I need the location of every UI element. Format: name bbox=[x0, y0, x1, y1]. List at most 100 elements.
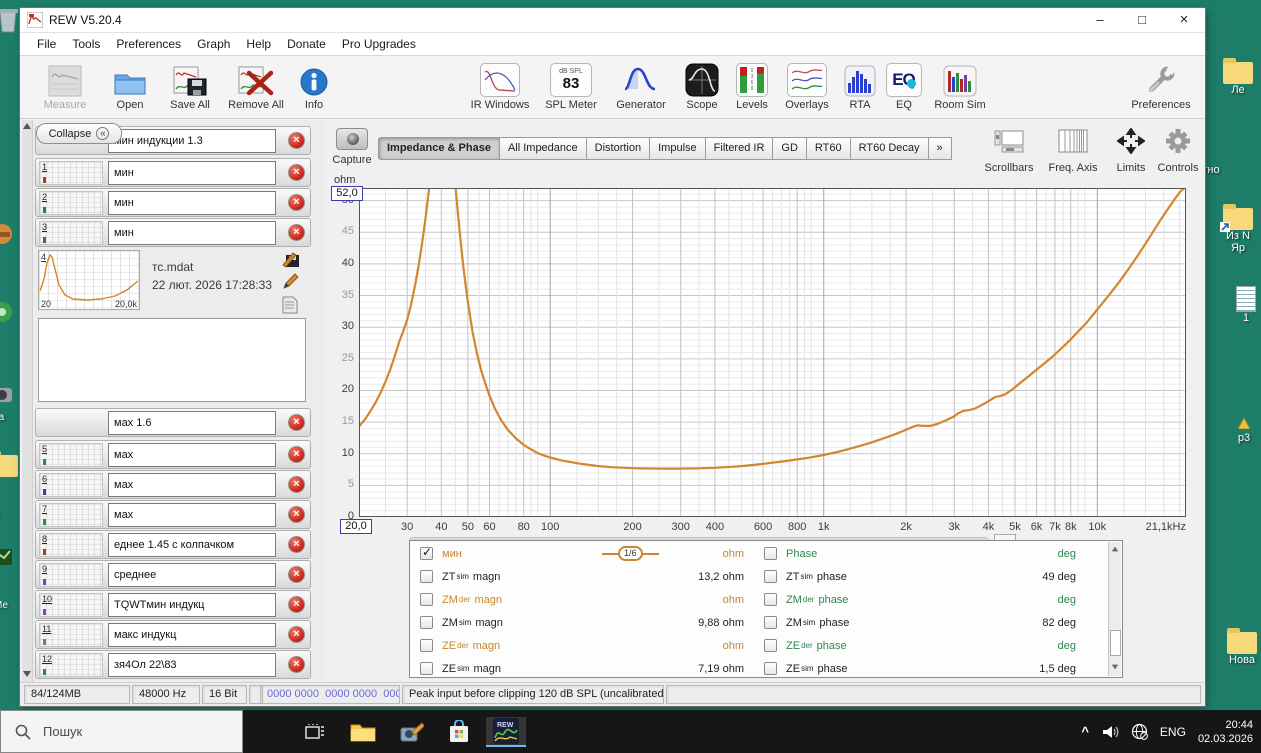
selected-measurement-thumbnail[interactable]: 4 20 20,0k bbox=[38, 250, 140, 310]
desktop-folder-shortcut-icon[interactable]: Из N Яр bbox=[1218, 204, 1258, 254]
delete-measurement-button[interactable]: × bbox=[288, 566, 305, 583]
measurement-row[interactable]: 5 мах × bbox=[35, 440, 311, 469]
measurement-thumbnail[interactable]: 10 bbox=[39, 593, 103, 617]
overlays-button[interactable]: Overlays bbox=[780, 61, 834, 111]
desktop-folder-icon[interactable]: Нова bbox=[1222, 628, 1261, 666]
levels-button[interactable]: 0369 Levels bbox=[732, 61, 772, 111]
impedance-plot[interactable] bbox=[359, 188, 1186, 517]
measurement-thumbnail[interactable]: 1 bbox=[39, 161, 103, 185]
trace-checkbox[interactable] bbox=[420, 570, 433, 583]
utility-app-button[interactable] bbox=[396, 717, 426, 747]
delete-measurement-button[interactable]: × bbox=[288, 656, 305, 673]
delete-measurement-button[interactable]: × bbox=[288, 164, 305, 181]
generator-button[interactable]: Generator bbox=[612, 61, 670, 111]
menu-pro-upgrades[interactable]: Pro Upgrades bbox=[335, 35, 423, 53]
menu-preferences[interactable]: Preferences bbox=[109, 35, 188, 53]
taskbar-search[interactable]: Пошук bbox=[0, 710, 243, 753]
delete-measurement-button[interactable]: × bbox=[288, 194, 305, 211]
trace-checkbox[interactable] bbox=[420, 593, 433, 606]
tab-more-chevron[interactable]: » bbox=[928, 137, 952, 160]
trace-checkbox[interactable] bbox=[764, 662, 777, 675]
measurement-name-field[interactable]: мах bbox=[108, 473, 276, 497]
delete-measurement-button[interactable]: × bbox=[288, 596, 305, 613]
desktop-icon-fragment[interactable] bbox=[0, 222, 14, 249]
desktop-icon-fragment[interactable] bbox=[0, 545, 14, 572]
spl-meter-button[interactable]: dB SPL 83 SPL Meter bbox=[542, 61, 600, 111]
y-axis-max-field[interactable]: 52,0 bbox=[331, 186, 363, 201]
tab-impedance-phase[interactable]: Impedance & Phase bbox=[378, 137, 500, 160]
measurement-name-field[interactable]: еднее 1.45 с колпачком bbox=[108, 533, 276, 557]
save-measurement-icon[interactable] bbox=[282, 250, 300, 268]
scroll-up-icon[interactable] bbox=[1111, 546, 1119, 552]
limits-button[interactable]: Limits bbox=[1108, 124, 1154, 176]
desktop-icon-fragment[interactable] bbox=[0, 451, 18, 477]
measurement-row[interactable]: мах 1.6 × bbox=[35, 408, 311, 437]
legend-row[interactable]: ✓ мин 1/6 ohm bbox=[414, 542, 744, 565]
scope-button[interactable]: Scope bbox=[680, 61, 724, 111]
scroll-down-icon[interactable] bbox=[23, 671, 31, 677]
tab-gd[interactable]: GD bbox=[773, 137, 807, 160]
delete-measurement-button[interactable]: × bbox=[288, 224, 305, 241]
measurement-row[interactable]: 3 мин × bbox=[35, 218, 311, 247]
info-button[interactable]: Info bbox=[296, 61, 332, 111]
scrollbars-button[interactable]: Scrollbars bbox=[978, 124, 1040, 176]
trace-checkbox[interactable] bbox=[764, 570, 777, 583]
measurement-notes-field[interactable] bbox=[38, 318, 306, 402]
scroll-down-icon[interactable] bbox=[1111, 664, 1119, 670]
language-indicator[interactable]: ENG bbox=[1160, 725, 1186, 739]
legend-row[interactable]: ZE der magn ohm bbox=[414, 634, 744, 657]
legend-row[interactable]: ZM der phase deg bbox=[758, 588, 1076, 611]
menu-help[interactable]: Help bbox=[239, 35, 278, 53]
measurement-name-field[interactable]: мин bbox=[108, 161, 276, 185]
measurement-thumbnail[interactable]: 11 bbox=[39, 623, 103, 647]
file-explorer-button[interactable] bbox=[348, 717, 378, 747]
legend-scrollbar[interactable] bbox=[1108, 542, 1121, 676]
desktop-icon-fragment[interactable] bbox=[0, 300, 14, 327]
desktop-document-icon[interactable]: 1 bbox=[1226, 286, 1261, 324]
notes-document-icon[interactable] bbox=[282, 296, 300, 314]
measurement-row[interactable]: 9 среднее × bbox=[35, 560, 311, 589]
measurement-row[interactable]: 2 мин × bbox=[35, 188, 311, 217]
tab-filtered-ir[interactable]: Filtered IR bbox=[705, 137, 774, 160]
measurement-thumbnail[interactable]: 12 bbox=[39, 653, 103, 677]
recycle-bin-icon[interactable] bbox=[0, 6, 20, 37]
edit-pencil-icon[interactable] bbox=[282, 272, 300, 290]
measurement-row[interactable]: 12 зя4Ол 22\83 × bbox=[35, 650, 311, 679]
legend-row[interactable]: Phase deg bbox=[758, 542, 1076, 565]
trace-checkbox[interactable] bbox=[420, 662, 433, 675]
rta-button[interactable]: RTA bbox=[842, 61, 878, 111]
delete-measurement-button[interactable]: × bbox=[288, 414, 305, 431]
legend-row[interactable]: ZM der magn ohm bbox=[414, 588, 744, 611]
measurement-name-field[interactable]: мах bbox=[108, 503, 276, 527]
save-all-button[interactable]: Save All bbox=[162, 61, 218, 111]
network-globe-icon[interactable] bbox=[1131, 723, 1148, 740]
measurement-row[interactable]: 6 мах × bbox=[35, 470, 311, 499]
menu-donate[interactable]: Donate bbox=[280, 35, 333, 53]
scroll-up-icon[interactable] bbox=[23, 123, 31, 129]
trace-checkbox[interactable] bbox=[764, 616, 777, 629]
minimize-button[interactable]: – bbox=[1079, 8, 1121, 33]
measurement-thumbnail[interactable]: 3 bbox=[39, 221, 103, 245]
tab-distortion[interactable]: Distortion bbox=[586, 137, 651, 160]
measurement-thumbnail[interactable]: 9 bbox=[39, 563, 103, 587]
tab-impulse[interactable]: Impulse bbox=[650, 137, 706, 160]
legend-row[interactable]: ZM sim magn 9,88 ohm bbox=[414, 611, 744, 634]
legend-row[interactable]: ZE sim magn 7,19 ohm bbox=[414, 657, 744, 680]
maximize-button[interactable]: □ bbox=[1121, 8, 1163, 33]
measurement-scrollbar[interactable] bbox=[22, 120, 33, 682]
taskbar-clock[interactable]: 20:44 02.03.2026 bbox=[1198, 718, 1253, 746]
measure-button[interactable]: Measure bbox=[34, 61, 96, 111]
measurement-row[interactable]: 10 TQWTмин индукц × bbox=[35, 590, 311, 619]
trace-checkbox[interactable] bbox=[420, 616, 433, 629]
ms-store-button[interactable] bbox=[444, 717, 474, 747]
legend-row[interactable]: ZT sim phase 49 deg bbox=[758, 565, 1076, 588]
menu-tools[interactable]: Tools bbox=[65, 35, 107, 53]
measurement-thumbnail[interactable]: 5 bbox=[39, 443, 103, 467]
trace-checkbox[interactable] bbox=[764, 593, 777, 606]
legend-row[interactable]: ZE der phase deg bbox=[758, 634, 1076, 657]
hidden-icons-chevron[interactable]: ^ bbox=[1081, 724, 1089, 739]
legend-row[interactable]: ZE sim phase 1,5 deg bbox=[758, 657, 1076, 680]
close-button[interactable]: × bbox=[1163, 8, 1205, 33]
delete-measurement-button[interactable]: × bbox=[288, 626, 305, 643]
measurement-thumbnail[interactable]: 8 bbox=[39, 533, 103, 557]
